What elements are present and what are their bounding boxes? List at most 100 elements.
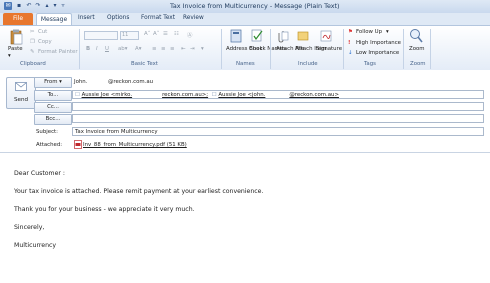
to-field[interactable]: ☐ Aussie Joe <mirko. reckon.com.au>; ☐ Au…	[72, 90, 484, 99]
cut-button[interactable]: Cut	[38, 29, 47, 35]
to-recipient-1-part-1[interactable]: Aussie Joe <mirko.	[82, 92, 133, 98]
font-size-box[interactable]: 11	[120, 31, 139, 40]
bcc-button[interactable]: Bcc...	[34, 114, 72, 125]
align-center-icon[interactable]: ≡	[161, 46, 166, 52]
message-body[interactable]	[0, 153, 490, 283]
tags-group-label: Tags	[364, 61, 376, 67]
paste-icon[interactable]	[9, 29, 23, 45]
zoom-button[interactable]: Zoom	[409, 46, 425, 52]
tab-file[interactable]: File	[3, 13, 33, 25]
check-names-icon[interactable]	[251, 29, 263, 43]
tab-insert[interactable]: Insert	[78, 15, 95, 21]
low-importance-icon: ↓	[348, 50, 353, 56]
cc-field[interactable]	[72, 102, 484, 111]
format-painter-button[interactable]: Format Painter	[38, 49, 78, 55]
align-left-icon[interactable]: ≡	[152, 46, 157, 52]
body-line-thanks: Thank you for your business - we appreci…	[14, 206, 195, 213]
to-recipient-2-part-2[interactable]: @reckon.com.au>	[289, 92, 339, 98]
clear-format-icon[interactable]: Ⓐ	[187, 31, 192, 39]
cc-button[interactable]: Cc...	[34, 102, 72, 113]
italic-icon[interactable]: I	[96, 46, 98, 52]
customize-qat-icon[interactable]: ▿	[59, 2, 67, 10]
signature-button[interactable]: Signature	[316, 46, 342, 52]
subject-field[interactable]: Tax Invoice from Multicurrency	[72, 127, 484, 136]
to-recipient-2-part-1[interactable]: Aussie Joe <john.	[218, 92, 265, 98]
to-recipient-1-part-2[interactable]: reckon.com.au>;	[162, 92, 208, 98]
bcc-field[interactable]	[72, 114, 484, 123]
group-separator	[270, 29, 271, 69]
from-button[interactable]: From ▾	[34, 77, 72, 88]
send-button[interactable]: Send	[6, 77, 36, 109]
down-icon[interactable]: ▾	[51, 2, 59, 10]
bullets-icon[interactable]: ☰	[163, 31, 168, 37]
pdf-icon	[74, 140, 82, 149]
up-icon[interactable]: ▴	[43, 2, 51, 10]
ribbon: Paste ▾ ✂ Cut ❐ Copy ✎ Format Painter Cl…	[0, 25, 490, 71]
window-title: Tax Invoice from Multicurrency - Message…	[170, 2, 340, 10]
body-line-signature: Multicurrency	[14, 242, 57, 249]
group-separator	[221, 29, 222, 69]
follow-up-button[interactable]: Follow Up	[356, 29, 382, 35]
recipient-icon: ☐	[75, 92, 80, 98]
high-importance-button[interactable]: High Importance	[356, 40, 401, 46]
recipient-icon: ☐	[211, 92, 217, 98]
save-icon[interactable]: ▪	[15, 2, 23, 10]
send-label: Send	[14, 97, 29, 103]
copy-icon: ❐	[30, 39, 35, 45]
tab-format-text[interactable]: Format Text	[141, 15, 175, 21]
font-color-icon[interactable]: A▾	[135, 46, 141, 52]
outlook-app-icon: ✉	[4, 2, 12, 10]
numbering-icon[interactable]: ☷	[174, 31, 179, 37]
from-dropdown-icon: ▾	[59, 79, 62, 85]
font-name-box[interactable]	[84, 31, 118, 40]
names-group-label: Names	[236, 61, 255, 67]
zoom-icon[interactable]	[409, 28, 423, 44]
low-importance-button[interactable]: Low Importance	[356, 50, 399, 56]
basic-text-group-label: Basic Text	[131, 61, 158, 67]
ribbon-tab-row	[0, 13, 490, 25]
tab-review[interactable]: Review	[183, 15, 204, 21]
group-separator	[403, 29, 404, 69]
attach-item-icon[interactable]	[297, 29, 309, 43]
shrink-font-icon[interactable]: A˅	[153, 31, 159, 37]
from-value-suffix: @reckon.com.au	[108, 79, 154, 85]
include-group-label: Include	[298, 61, 318, 67]
redo-icon[interactable]: ↷	[34, 2, 42, 10]
paste-dropdown-icon[interactable]: ▾	[8, 53, 11, 59]
attachment-item[interactable]: Inv_88_from_Multicurrency.pdf (51 KB)	[83, 142, 187, 148]
subject-label: Subject:	[36, 129, 58, 135]
from-value-prefix: John.	[74, 79, 88, 85]
increase-indent-icon[interactable]: ⇥	[190, 46, 195, 52]
cut-icon: ✂	[30, 29, 35, 35]
highlight-icon[interactable]: ab▾	[118, 46, 127, 52]
bold-icon[interactable]: B	[86, 46, 90, 52]
undo-icon[interactable]: ↶	[25, 2, 33, 10]
to-button[interactable]: To...	[34, 90, 72, 101]
body-line-invoice: Your tax invoice is attached. Please rem…	[14, 188, 264, 195]
signature-icon[interactable]	[320, 29, 332, 43]
group-separator	[343, 29, 344, 69]
group-separator	[79, 29, 80, 69]
body-line-sincerely: Sincerely,	[14, 224, 45, 231]
follow-up-dropdown-icon[interactable]: ▾	[386, 29, 389, 35]
address-book-icon[interactable]	[230, 29, 242, 43]
copy-button[interactable]: Copy	[38, 39, 52, 45]
tab-options[interactable]: Options	[107, 15, 129, 21]
send-icon	[15, 82, 27, 91]
more-icon[interactable]: ▾	[201, 46, 204, 52]
grow-font-icon[interactable]: A˄	[144, 31, 150, 37]
group-separator	[430, 29, 431, 69]
title-bar: ✉ ▪ ↶ ↷ ▴ ▾ ▿ Tax Invoice from Multicurr…	[0, 0, 490, 14]
attach-file-icon[interactable]	[277, 29, 289, 43]
follow-up-flag-icon: ⚑	[348, 29, 353, 35]
zoom-group-label: Zoom	[410, 61, 426, 67]
high-importance-icon: !	[348, 40, 351, 46]
decrease-indent-icon[interactable]: ⇤	[181, 46, 186, 52]
paste-button[interactable]: Paste	[8, 46, 23, 52]
attached-label: Attached:	[36, 142, 63, 148]
underline-icon[interactable]: U	[105, 46, 109, 52]
align-right-icon[interactable]: ≡	[170, 46, 175, 52]
body-line-greeting: Dear Customer :	[14, 170, 65, 177]
format-painter-icon: ✎	[30, 49, 35, 55]
from-label: From	[44, 79, 58, 85]
